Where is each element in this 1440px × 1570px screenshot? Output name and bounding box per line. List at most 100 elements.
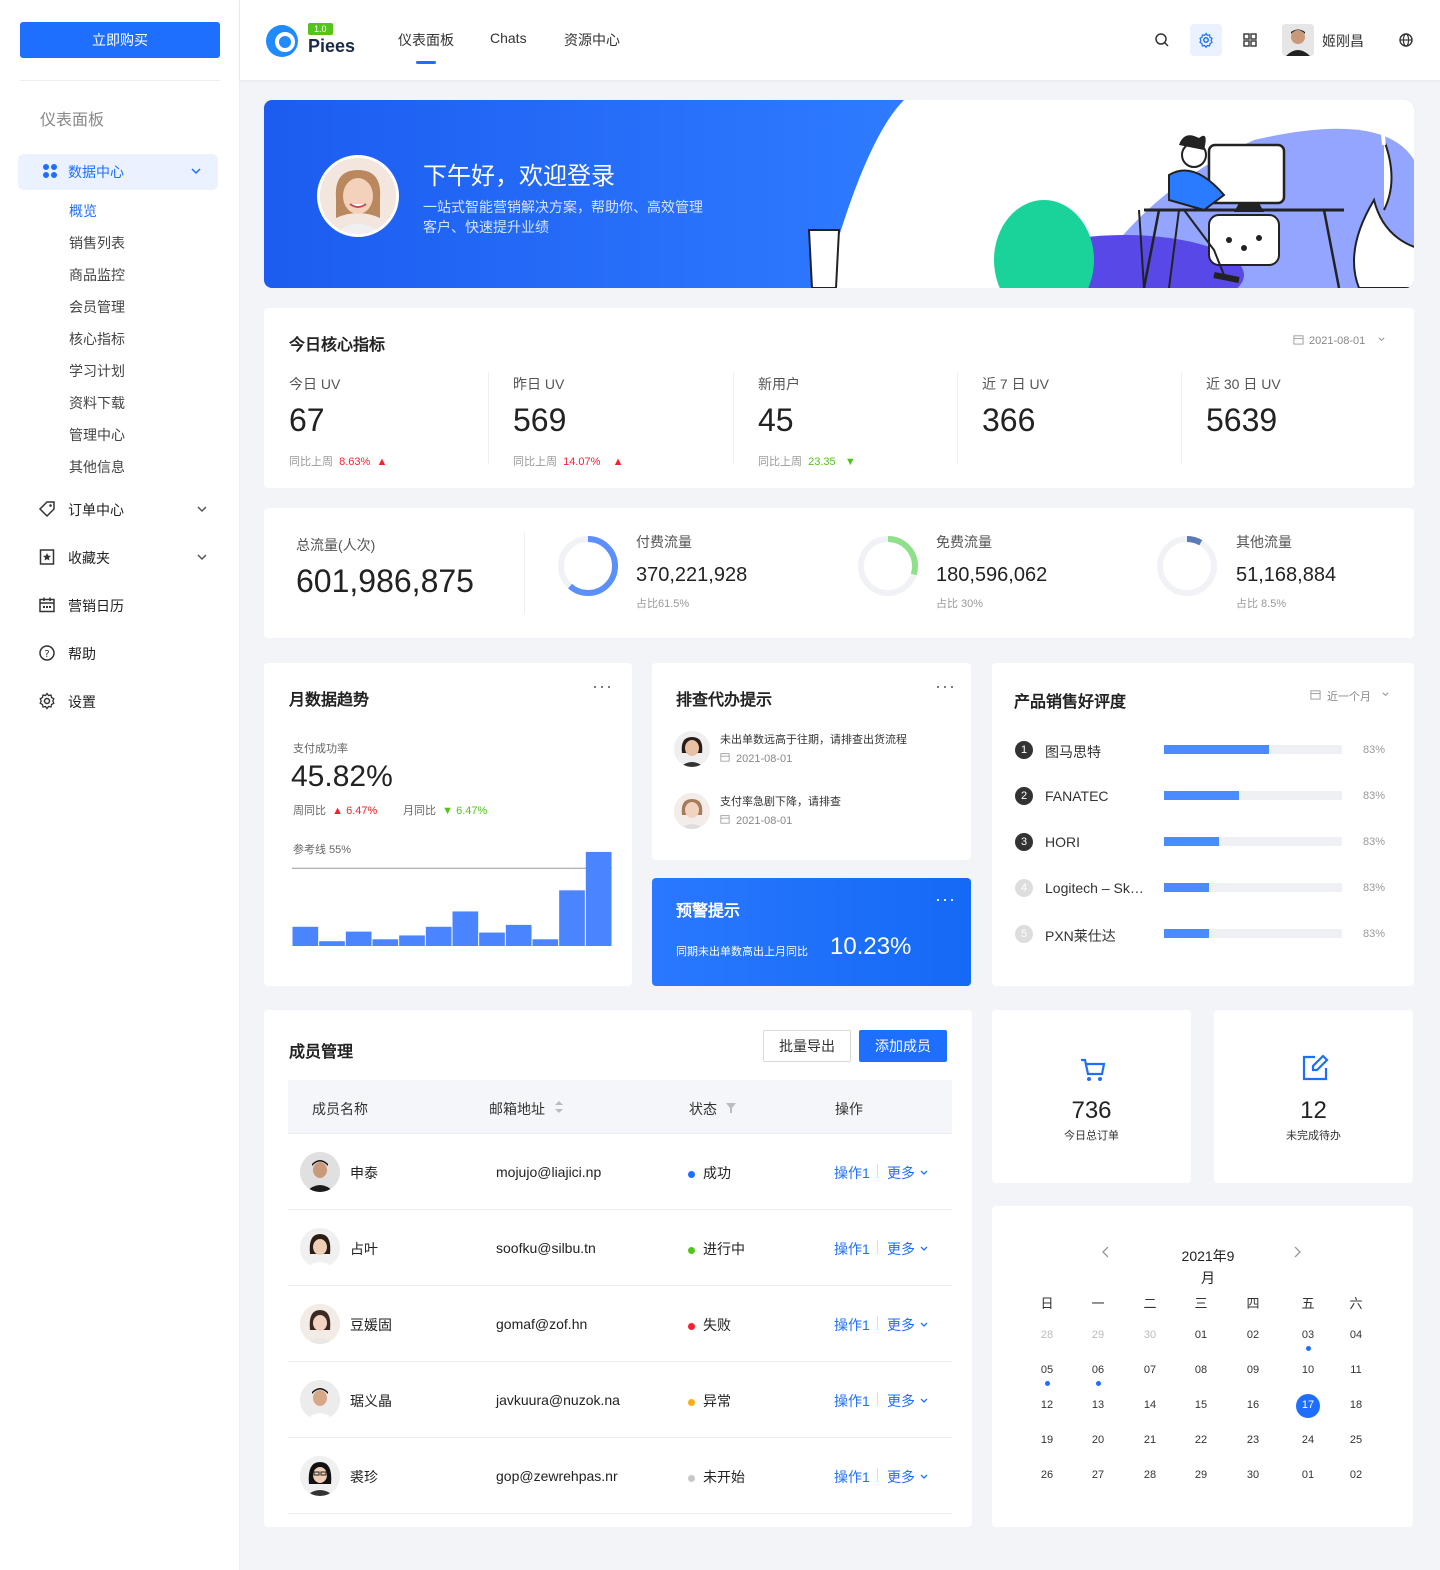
- calendar-event-dot: [1306, 1346, 1311, 1351]
- sidebar-subitem-member-management[interactable]: 会员管理: [69, 297, 125, 317]
- sidebar-item-favorites[interactable]: 收藏夹: [38, 546, 218, 570]
- range-selector[interactable]: 近一个月: [1310, 688, 1390, 704]
- filter-icon[interactable]: [725, 1101, 737, 1117]
- calendar-day[interactable]: 02: [1238, 1329, 1268, 1341]
- sidebar-subitem-sales-list[interactable]: 销售列表: [69, 233, 125, 253]
- calendar-day[interactable]: 29: [1186, 1469, 1216, 1481]
- traffic-total-value: 601,986,875: [296, 563, 474, 599]
- calendar-day[interactable]: 30: [1135, 1329, 1165, 1341]
- sidebar-item-settings[interactable]: 设置: [38, 690, 218, 714]
- calendar-day[interactable]: 26: [1032, 1469, 1062, 1481]
- calendar-day[interactable]: 22: [1186, 1434, 1216, 1446]
- calendar-day[interactable]: 30: [1238, 1469, 1268, 1481]
- chart-bar: [372, 939, 399, 946]
- action-link[interactable]: 操作1: [834, 1315, 870, 1335]
- action-link[interactable]: 操作1: [834, 1239, 870, 1259]
- action-link[interactable]: 操作1: [834, 1163, 870, 1183]
- sort-icon[interactable]: [554, 1100, 564, 1117]
- nav-dashboard[interactable]: 仪表面板: [398, 30, 454, 64]
- column-header-actions: 操作: [835, 1101, 863, 1117]
- sidebar-item-help[interactable]: ? 帮助: [38, 642, 218, 666]
- sidebar-subitem-study-plan[interactable]: 学习计划: [69, 361, 125, 381]
- calendar-day[interactable]: 03: [1293, 1329, 1323, 1341]
- calendar-day[interactable]: 15: [1186, 1399, 1216, 1411]
- app-logo[interactable]: 1.0 Piees: [266, 23, 355, 57]
- column-header-status[interactable]: 状态: [689, 1099, 717, 1119]
- calendar-day[interactable]: 08: [1186, 1364, 1216, 1376]
- calendar-day[interactable]: 04: [1341, 1329, 1371, 1341]
- sidebar-subitem-core-metrics[interactable]: 核心指标: [69, 329, 125, 349]
- search-icon[interactable]: [1146, 24, 1178, 56]
- sidebar-subitem-downloads[interactable]: 资料下载: [69, 393, 125, 413]
- calendar-day[interactable]: 21: [1135, 1434, 1165, 1446]
- calendar-day[interactable]: 19: [1032, 1434, 1062, 1446]
- calendar-day[interactable]: 23: [1238, 1434, 1268, 1446]
- calendar-day[interactable]: 24: [1293, 1434, 1323, 1446]
- calendar-day[interactable]: 28: [1032, 1329, 1062, 1341]
- language-globe-icon[interactable]: [1390, 24, 1422, 56]
- nav-resource-center[interactable]: 资源中心: [564, 30, 620, 50]
- more-actions-dropdown[interactable]: 更多: [887, 1239, 929, 1259]
- calendar-day[interactable]: 02: [1341, 1469, 1371, 1481]
- chart-bar: [319, 941, 345, 946]
- calendar-day[interactable]: 12: [1032, 1399, 1062, 1411]
- settings-icon[interactable]: [1190, 24, 1222, 56]
- calendar-day[interactable]: 28: [1135, 1469, 1165, 1481]
- calendar-day[interactable]: 09: [1238, 1364, 1268, 1376]
- more-actions-dropdown[interactable]: 更多: [887, 1467, 929, 1487]
- table-header: 成员名称 邮箱地址 状态 操作: [288, 1080, 952, 1134]
- calendar-day[interactable]: 11: [1341, 1364, 1371, 1376]
- cart-icon: [1079, 1056, 1107, 1089]
- rank-percent: 83%: [1363, 790, 1386, 802]
- more-actions-dropdown[interactable]: 更多: [887, 1315, 929, 1335]
- sidebar-item-label: 营销日历: [68, 598, 124, 614]
- calendar-day[interactable]: 16: [1238, 1399, 1268, 1411]
- batch-export-button[interactable]: 批量导出: [763, 1030, 851, 1062]
- calendar-day[interactable]: 20: [1083, 1434, 1113, 1446]
- user-avatar[interactable]: [1282, 24, 1314, 56]
- sidebar-item-marketing-calendar[interactable]: 营销日历: [38, 594, 218, 618]
- buy-now-button[interactable]: 立即购买: [20, 22, 220, 58]
- calendar-day[interactable]: 10: [1293, 1364, 1323, 1376]
- action-link[interactable]: 操作1: [834, 1391, 870, 1411]
- next-month-icon[interactable]: [1291, 1245, 1303, 1264]
- calendar-day[interactable]: 01: [1186, 1329, 1216, 1341]
- calendar-day[interactable]: 01: [1293, 1469, 1323, 1481]
- status-badge: 未开始: [688, 1467, 745, 1487]
- nav-chats[interactable]: Chats: [490, 30, 527, 46]
- sidebar-subitem-other-info[interactable]: 其他信息: [69, 457, 125, 477]
- calendar-day[interactable]: 14: [1135, 1399, 1165, 1411]
- calendar-day[interactable]: 13: [1083, 1399, 1113, 1411]
- calendar-day[interactable]: 25: [1341, 1434, 1371, 1446]
- calendar-day[interactable]: 07: [1135, 1364, 1165, 1376]
- add-member-button[interactable]: 添加成员: [859, 1030, 947, 1062]
- sidebar-group-data-center[interactable]: 数据中心: [18, 154, 218, 190]
- username[interactable]: 姬刚昌: [1322, 31, 1364, 51]
- more-actions-dropdown[interactable]: 更多: [887, 1163, 929, 1183]
- more-options-icon[interactable]: ···: [935, 676, 956, 697]
- sidebar-item-orders[interactable]: 订单中心: [38, 498, 218, 522]
- trend-down-icon: ▼: [844, 456, 856, 468]
- sidebar-subitem-product-monitor[interactable]: 商品监控: [69, 265, 125, 285]
- status-badge: 成功: [688, 1163, 731, 1183]
- sidebar-subitem-admin-center[interactable]: 管理中心: [69, 425, 125, 445]
- calendar-day[interactable]: 29: [1083, 1329, 1113, 1341]
- status-badge: 进行中: [688, 1239, 745, 1259]
- more-options-icon[interactable]: ···: [935, 889, 956, 910]
- prev-month-icon[interactable]: [1100, 1245, 1112, 1264]
- calendar-weekday: 五: [1301, 1296, 1315, 1311]
- more-options-icon[interactable]: ···: [592, 676, 613, 697]
- more-actions-dropdown[interactable]: 更多: [887, 1391, 929, 1411]
- apps-grid-icon[interactable]: [1234, 24, 1266, 56]
- sidebar-subitem-overview[interactable]: 概览: [69, 201, 97, 221]
- calendar-day[interactable]: 17: [1293, 1399, 1323, 1411]
- column-header-email[interactable]: 邮箱地址: [489, 1099, 545, 1119]
- logo-icon: [266, 24, 298, 57]
- calendar-day[interactable]: 05: [1032, 1364, 1062, 1376]
- calendar-day[interactable]: 18: [1341, 1399, 1371, 1411]
- calendar-day[interactable]: 06: [1083, 1364, 1113, 1376]
- calendar-day[interactable]: 27: [1083, 1469, 1113, 1481]
- chevron-down-icon: [190, 164, 202, 180]
- core-metrics-date-picker[interactable]: 2021-08-01: [1293, 334, 1386, 348]
- action-link[interactable]: 操作1: [834, 1467, 870, 1487]
